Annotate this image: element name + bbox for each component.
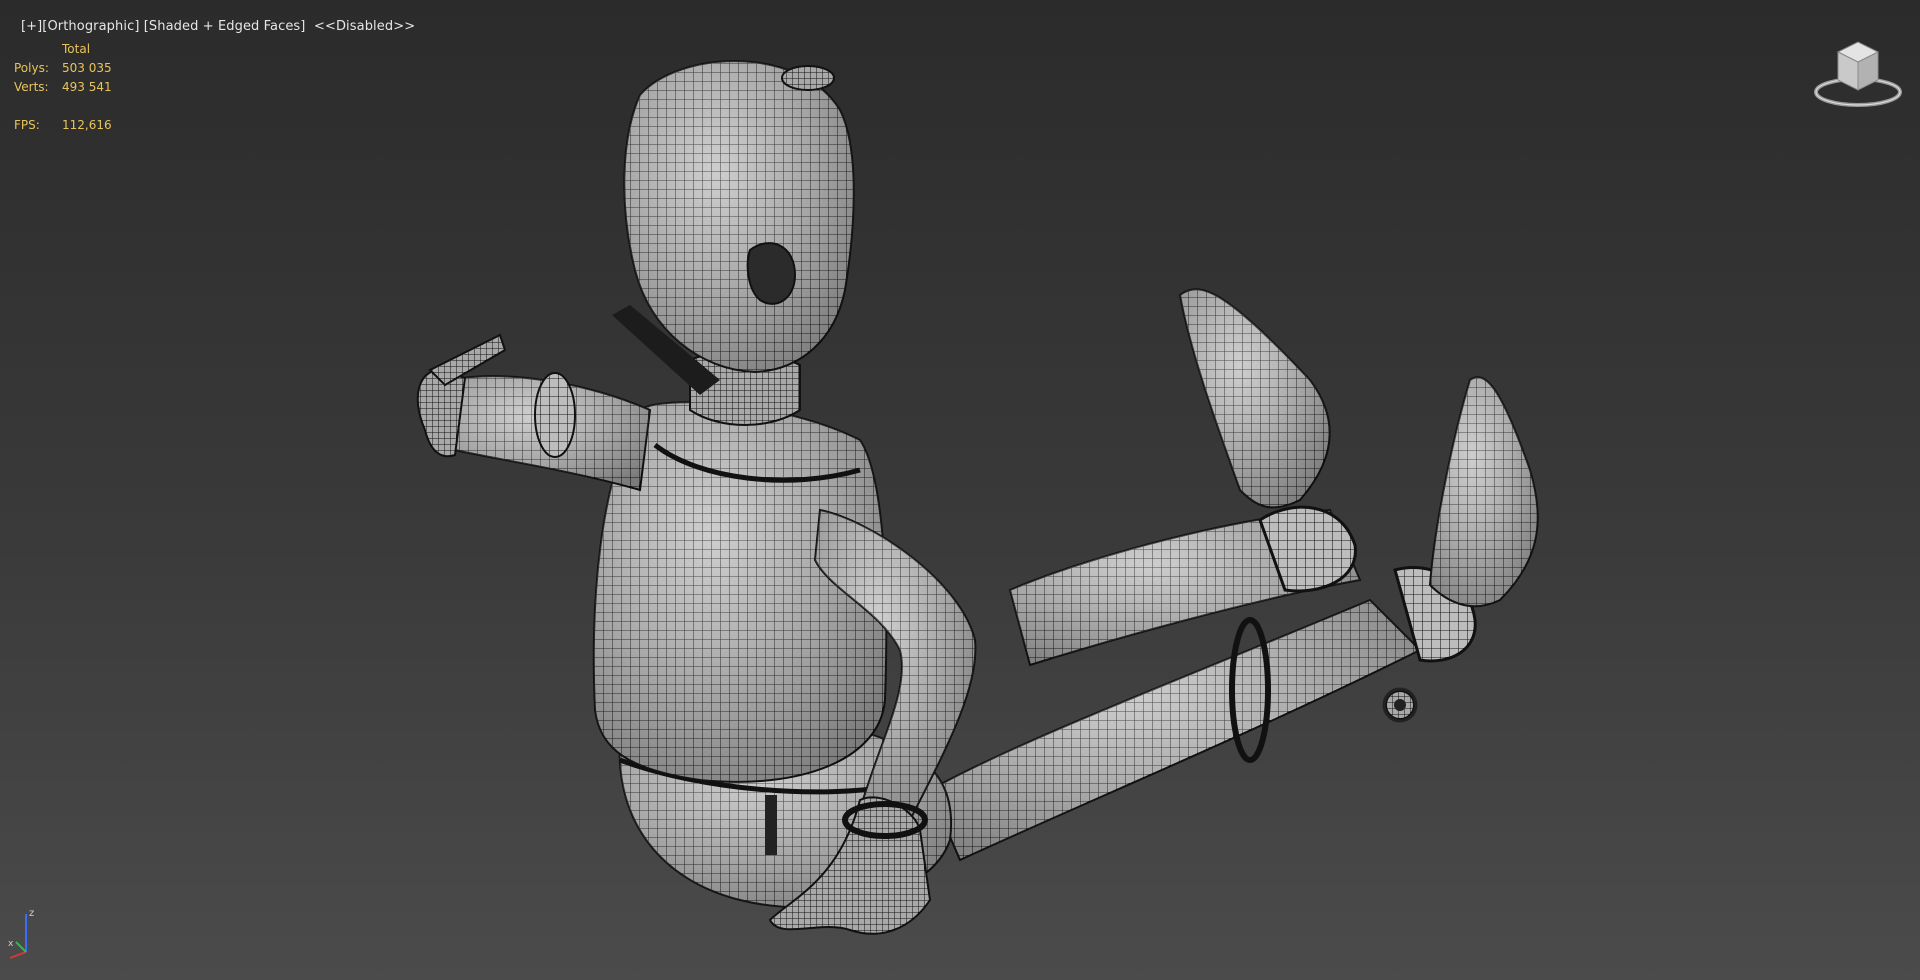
viewport-shading-label[interactable]: [Shaded + Edged Faces]: [144, 19, 306, 34]
axis-tripod: z x: [8, 908, 34, 959]
viewport-menu-plus[interactable]: [+]: [21, 19, 42, 34]
verts-value: 493 541: [62, 80, 112, 94]
viewport-3d[interactable]: [+][Orthographic] [Shaded + Edged Faces]…: [0, 0, 1920, 980]
arm-left: [416, 333, 652, 492]
head: [623, 60, 855, 374]
verts-label: Verts:: [14, 80, 49, 94]
polys-label: Polys:: [14, 61, 49, 75]
polys-value: 503 035: [62, 61, 112, 75]
axis-z-label: z: [29, 908, 34, 919]
viewcube[interactable]: [1810, 36, 1906, 112]
viewport-disabled-label[interactable]: <<Disabled>>: [314, 19, 415, 34]
mannequin-mesh[interactable]: [0, 0, 1920, 980]
fps-value: 112,616: [62, 118, 112, 132]
viewport-statistics: Total Polys: 503 035 Verts: 493 541 FPS:…: [14, 40, 142, 135]
fps-label: FPS:: [14, 118, 40, 132]
leg-back: [1008, 288, 1362, 667]
viewport-view-label[interactable]: [Orthographic]: [42, 19, 139, 34]
stats-header: Total: [62, 42, 91, 56]
axis-x-label: x: [8, 939, 14, 949]
